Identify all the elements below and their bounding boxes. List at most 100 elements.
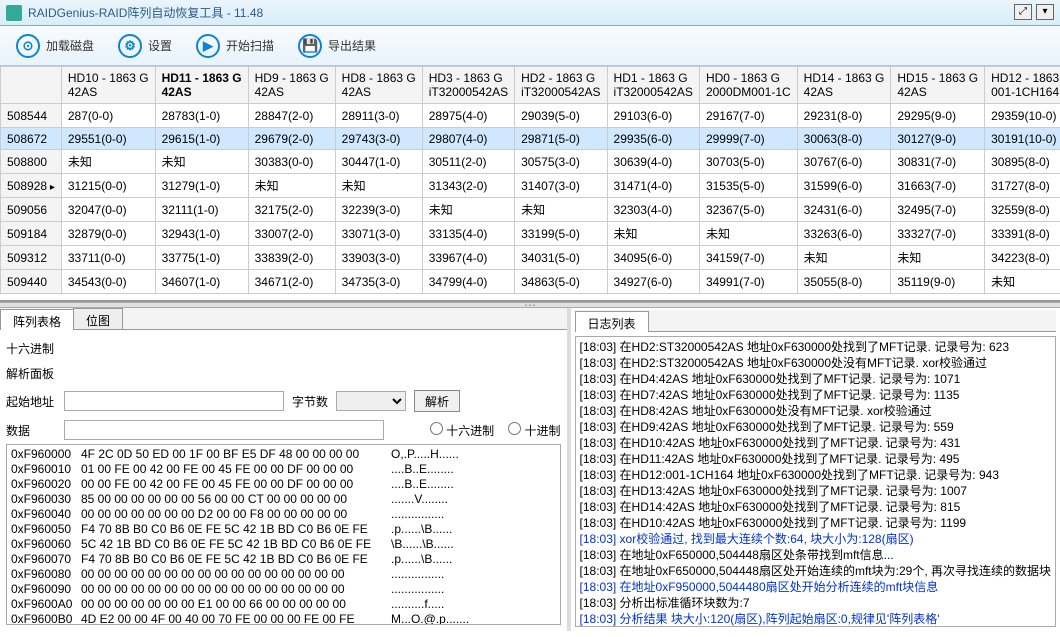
grid-cell[interactable]: 29615(1-0): [155, 128, 248, 150]
grid-cell[interactable]: 32111(1-0): [155, 198, 248, 222]
bytes-select[interactable]: [336, 391, 406, 411]
grid-cell[interactable]: 未知: [155, 150, 248, 174]
grid-cell[interactable]: 33839(2-0): [248, 246, 335, 270]
grid-cell[interactable]: 29999(7-0): [699, 128, 797, 150]
grid-cell[interactable]: 30639(4-0): [607, 150, 699, 174]
grid-cell[interactable]: 32367(5-0): [699, 198, 797, 222]
data-grid[interactable]: HD10 - 1863 G42ASHD11 - 1863 G42ASHD9 - …: [0, 66, 1060, 302]
grid-cell[interactable]: 30447(1-0): [335, 150, 422, 174]
grid-cell[interactable]: 未知: [607, 222, 699, 246]
grid-cell[interactable]: 34607(1-0): [155, 270, 248, 294]
expand-icon[interactable]: ⤢: [1014, 4, 1032, 20]
grid-cell[interactable]: 35119(9-0): [891, 270, 985, 294]
grid-cell[interactable]: 30703(5-0): [699, 150, 797, 174]
grid-cell[interactable]: 未知: [891, 246, 985, 270]
parse-button[interactable]: 解析: [414, 390, 460, 412]
grid-cell[interactable]: 34223(8-0): [985, 246, 1060, 270]
grid-cell[interactable]: 33775(1-0): [155, 246, 248, 270]
grid-cell[interactable]: 34543(0-0): [61, 270, 155, 294]
grid-cell[interactable]: 32943(1-0): [155, 222, 248, 246]
grid-cell[interactable]: 33007(2-0): [248, 222, 335, 246]
grid-cell[interactable]: 30575(3-0): [515, 150, 607, 174]
grid-cell[interactable]: 29103(6-0): [607, 104, 699, 128]
grid-cell[interactable]: 未知: [61, 150, 155, 174]
grid-cell[interactable]: 30191(10-0): [985, 128, 1060, 150]
start-scan-button[interactable]: ▶开始扫描: [188, 30, 282, 62]
start-addr-input[interactable]: [64, 391, 284, 411]
grid-cell[interactable]: 34863(5-0): [515, 270, 607, 294]
grid-cell[interactable]: 29039(5-0): [515, 104, 607, 128]
grid-cell[interactable]: 30511(2-0): [422, 150, 514, 174]
grid-cell[interactable]: 34799(4-0): [422, 270, 514, 294]
grid-cell[interactable]: 287(0-0): [61, 104, 155, 128]
grid-cell[interactable]: 31215(0-0): [61, 174, 155, 198]
grid-cell[interactable]: 34927(6-0): [607, 270, 699, 294]
grid-cell[interactable]: 29167(7-0): [699, 104, 797, 128]
grid-cell[interactable]: 未知: [422, 198, 514, 222]
grid-cell[interactable]: 29359(10-0): [985, 104, 1060, 128]
grid-cell[interactable]: 33327(7-0): [891, 222, 985, 246]
grid-cell[interactable]: 33967(4-0): [422, 246, 514, 270]
grid-cell[interactable]: 30831(7-0): [891, 150, 985, 174]
export-button[interactable]: 💾导出结果: [290, 30, 384, 62]
grid-cell[interactable]: 31663(7-0): [891, 174, 985, 198]
grid-cell[interactable]: 31535(5-0): [699, 174, 797, 198]
grid-cell[interactable]: 32495(7-0): [891, 198, 985, 222]
tab-log[interactable]: 日志列表: [575, 311, 649, 332]
grid-cell[interactable]: 30063(8-0): [797, 128, 891, 150]
grid-cell[interactable]: 32047(0-0): [61, 198, 155, 222]
grid-cell[interactable]: 31599(6-0): [797, 174, 891, 198]
grid-cell[interactable]: 34159(7-0): [699, 246, 797, 270]
grid-cell[interactable]: 29231(8-0): [797, 104, 891, 128]
grid-cell[interactable]: 31343(2-0): [422, 174, 514, 198]
tab-bitmap[interactable]: 位图: [73, 308, 123, 329]
radix-dec[interactable]: 十进制: [508, 422, 560, 439]
grid-cell[interactable]: 28975(4-0): [422, 104, 514, 128]
grid-cell[interactable]: 未知: [248, 174, 335, 198]
grid-cell[interactable]: 33199(5-0): [515, 222, 607, 246]
grid-cell[interactable]: 34735(3-0): [335, 270, 422, 294]
grid-cell[interactable]: 29807(4-0): [422, 128, 514, 150]
grid-cell[interactable]: 29295(9-0): [891, 104, 985, 128]
grid-cell[interactable]: 28783(1-0): [155, 104, 248, 128]
grid-cell[interactable]: 31471(4-0): [607, 174, 699, 198]
tab-array-grid[interactable]: 阵列表格: [0, 309, 74, 330]
grid-cell[interactable]: 31279(1-0): [155, 174, 248, 198]
grid-cell[interactable]: 29551(0-0): [61, 128, 155, 150]
grid-cell[interactable]: 30767(6-0): [797, 150, 891, 174]
grid-cell[interactable]: 35055(8-0): [797, 270, 891, 294]
grid-cell[interactable]: 31407(3-0): [515, 174, 607, 198]
data-input[interactable]: [64, 420, 384, 440]
grid-cell[interactable]: 33903(3-0): [335, 246, 422, 270]
grid-cell[interactable]: 30383(0-0): [248, 150, 335, 174]
settings-button[interactable]: ⚙设置: [110, 30, 180, 62]
grid-cell[interactable]: 32879(0-0): [61, 222, 155, 246]
grid-cell[interactable]: 29679(2-0): [248, 128, 335, 150]
grid-cell[interactable]: 34991(7-0): [699, 270, 797, 294]
grid-cell[interactable]: 29871(5-0): [515, 128, 607, 150]
hex-viewer[interactable]: 0xF9600004F 2C 0D 50 ED 00 1F 00 BF E5 D…: [6, 444, 561, 625]
log-list[interactable]: [18:03] 在HD2:ST32000542AS 地址0xF630000处找到…: [575, 336, 1056, 627]
grid-cell[interactable]: 30895(8-0): [985, 150, 1060, 174]
grid-cell[interactable]: 32431(6-0): [797, 198, 891, 222]
grid-cell[interactable]: 未知: [515, 198, 607, 222]
grid-cell[interactable]: 33071(3-0): [335, 222, 422, 246]
grid-cell[interactable]: 28847(2-0): [248, 104, 335, 128]
grid-cell[interactable]: 31727(8-0): [985, 174, 1060, 198]
grid-cell[interactable]: 34095(6-0): [607, 246, 699, 270]
grid-cell[interactable]: 28911(3-0): [335, 104, 422, 128]
grid-cell[interactable]: 29935(6-0): [607, 128, 699, 150]
grid-cell[interactable]: 33263(6-0): [797, 222, 891, 246]
grid-cell[interactable]: 未知: [797, 246, 891, 270]
grid-cell[interactable]: 33135(4-0): [422, 222, 514, 246]
grid-cell[interactable]: 未知: [699, 222, 797, 246]
grid-cell[interactable]: 33391(8-0): [985, 222, 1060, 246]
dropdown-icon[interactable]: ▾: [1036, 4, 1054, 20]
grid-cell[interactable]: 30127(9-0): [891, 128, 985, 150]
load-disk-button[interactable]: ⊙加载磁盘: [8, 30, 102, 62]
grid-cell[interactable]: 32303(4-0): [607, 198, 699, 222]
grid-cell[interactable]: 34031(5-0): [515, 246, 607, 270]
grid-cell[interactable]: 29743(3-0): [335, 128, 422, 150]
grid-cell[interactable]: 32175(2-0): [248, 198, 335, 222]
grid-cell[interactable]: 33711(0-0): [61, 246, 155, 270]
